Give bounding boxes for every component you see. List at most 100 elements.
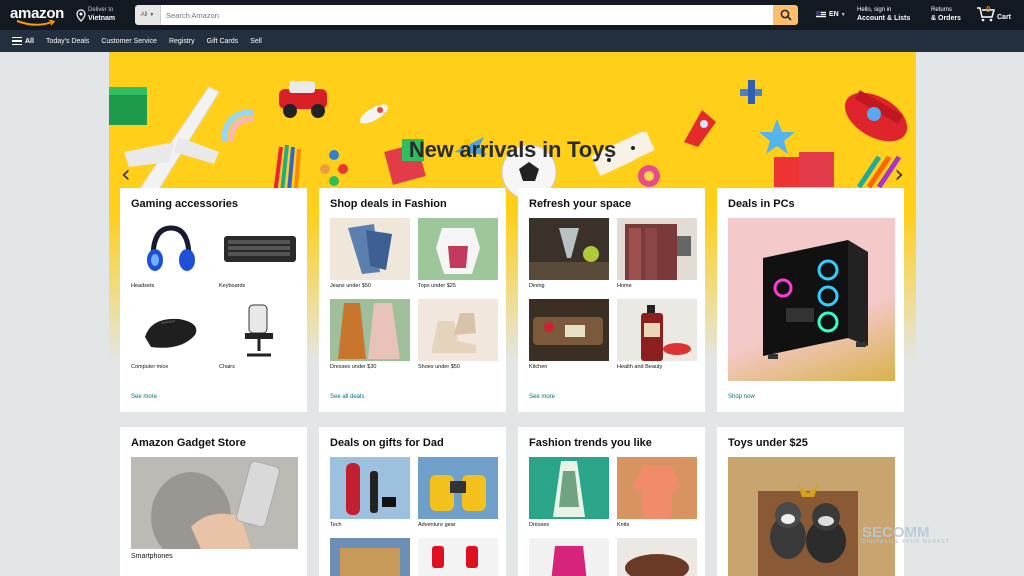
tile-backgammon[interactable] <box>330 538 410 576</box>
secondary-nav-bar: All Today's Deals Customer Service Regis… <box>0 30 1024 52</box>
search-input[interactable] <box>161 5 773 25</box>
language-selector[interactable]: EN ▼ <box>816 11 846 18</box>
tile-computer-mice[interactable]: Computer mice <box>131 299 211 374</box>
card-title: Toys under $25 <box>728 437 808 449</box>
tile-home[interactable]: Home <box>617 218 697 293</box>
top-nav-bar: amazon Deliver to Vietnam All▼ EN <box>0 0 1024 30</box>
us-flag-icon <box>816 11 826 18</box>
tech-image <box>330 457 410 519</box>
shop-now-link[interactable]: Shop now <box>728 394 755 400</box>
card-toys-under-25: Toys under $25 <box>717 427 904 576</box>
hero-title: New arrivals in Toys <box>408 137 617 162</box>
chair-image <box>219 299 299 361</box>
tile-tops[interactable]: Tops under $25 <box>418 218 498 293</box>
deliver-to-location[interactable]: Deliver to Vietnam <box>76 6 115 23</box>
plush-toys-image[interactable] <box>728 457 895 576</box>
search-category-select[interactable]: All ▼ <box>135 5 161 25</box>
nav-item-sell[interactable]: Sell <box>250 38 262 45</box>
see-more-link[interactable]: See more <box>529 394 555 400</box>
pc-case-image[interactable] <box>728 218 895 381</box>
red-car-toy <box>279 81 327 118</box>
tile-shoes[interactable]: Shoes under $50 <box>418 299 498 374</box>
dress-image <box>529 457 609 519</box>
cart-button[interactable]: 0 Cart <box>976 5 1012 22</box>
see-more-link[interactable]: See more <box>131 394 157 400</box>
card-title: Deals in PCs <box>728 198 795 210</box>
account-lists-menu[interactable]: Hello, sign in Account & Lists <box>857 6 910 23</box>
mouse-image <box>131 299 211 361</box>
nav-item-customer-service[interactable]: Customer Service <box>101 38 157 45</box>
search-bar: All ▼ <box>135 5 798 25</box>
hat-image <box>617 538 697 576</box>
caret-down-icon: ▼ <box>840 11 846 18</box>
tops-image <box>418 218 498 280</box>
hamburger-icon <box>12 37 22 45</box>
see-all-deals-link[interactable]: See all deals <box>330 394 364 400</box>
card-title: Deals on gifts for Dad <box>330 437 444 449</box>
deliver-label: Deliver to <box>88 7 114 13</box>
smartphones-image[interactable] <box>131 457 298 549</box>
card-title: Fashion trends you like <box>529 437 652 449</box>
watermark-logo: SECOMM DIGITALIZE YOUR MARKET <box>862 524 950 545</box>
cart-count: 0 <box>986 5 991 14</box>
nav-item-todays-deals[interactable]: Today's Deals <box>46 38 89 45</box>
knit-image <box>617 457 697 519</box>
tile-caption: Smartphones <box>131 553 173 560</box>
kitchen-image <box>529 299 609 361</box>
dresses-image <box>330 299 410 361</box>
tile-chairs[interactable]: Chairs <box>219 299 299 374</box>
chevron-left-icon[interactable]: ‹ <box>121 160 131 188</box>
card-amazon-gadget-store: Amazon Gadget Store Smartphones <box>120 427 307 576</box>
jacket-image <box>529 538 609 576</box>
card-gaming-accessories: Gaming accessories Headsets Keyboards Co… <box>120 188 307 412</box>
card-gifts-for-dad: Deals on gifts for Dad Tech Adventure ge… <box>319 427 506 576</box>
tile-hat[interactable] <box>617 538 697 576</box>
blue-plane-small-toy <box>740 80 762 104</box>
tile-dining[interactable]: Dining <box>529 218 609 293</box>
tile-dresses[interactable]: Dresses <box>529 457 609 532</box>
deliver-country: Vietnam <box>88 15 116 22</box>
tile-kitchen[interactable]: Kitchen <box>529 299 609 374</box>
tile-tech[interactable]: Tech <box>330 457 410 532</box>
health-beauty-image <box>617 299 697 361</box>
card-refresh-your-space: Refresh your space Dining Home Kitchen H… <box>518 188 705 412</box>
card-fashion-deals: Shop deals in Fashion Jeans under $50 To… <box>319 188 506 412</box>
headset-image <box>131 218 211 280</box>
search-button[interactable] <box>773 5 798 25</box>
tile-jeans[interactable]: Jeans under $50 <box>330 218 410 293</box>
card-fashion-trends: Fashion trends you like Dresses Knits <box>518 427 705 576</box>
card-title: Amazon Gadget Store <box>131 437 246 449</box>
tile-headsets[interactable]: Headsets <box>131 218 211 293</box>
card-deals-in-pcs: Deals in PCs Shop now <box>717 188 904 412</box>
tile-knits[interactable]: Knits <box>617 457 697 532</box>
home-image <box>617 218 697 280</box>
card-title: Gaming accessories <box>131 198 239 210</box>
dumbbells-image <box>418 538 498 576</box>
tile-keyboards[interactable]: Keyboards <box>219 218 299 293</box>
card-title: Shop deals in Fashion <box>330 198 447 210</box>
adventure-gear-image <box>418 457 498 519</box>
jeans-image <box>330 218 410 280</box>
location-pin-icon <box>76 9 86 22</box>
card-title: Refresh your space <box>529 198 632 210</box>
caret-down-icon: ▼ <box>149 12 155 18</box>
chevron-right-icon[interactable]: › <box>894 160 904 188</box>
search-icon <box>780 9 792 21</box>
tile-dresses[interactable]: Dresses under $30 <box>330 299 410 374</box>
dining-image <box>529 218 609 280</box>
rocket-toy <box>359 104 389 124</box>
tile-health-beauty[interactable]: Health and Beauty <box>617 299 697 374</box>
returns-orders-link[interactable]: Returns & Orders <box>931 6 961 23</box>
tile-jacket[interactable] <box>529 538 609 576</box>
all-menu-button[interactable]: All <box>12 37 34 45</box>
tile-adventure-gear[interactable]: Adventure gear <box>418 457 498 532</box>
board-game-image <box>330 538 410 576</box>
cart-label: Cart <box>997 14 1012 21</box>
tile-dumbbells[interactable] <box>418 538 498 576</box>
amazon-logo[interactable]: amazon <box>10 5 66 27</box>
shoes-image <box>418 299 498 361</box>
smile-arrow-icon <box>16 20 56 26</box>
nav-item-gift-cards[interactable]: Gift Cards <box>207 38 239 45</box>
keyboard-image <box>219 218 299 280</box>
nav-item-registry[interactable]: Registry <box>169 38 195 45</box>
